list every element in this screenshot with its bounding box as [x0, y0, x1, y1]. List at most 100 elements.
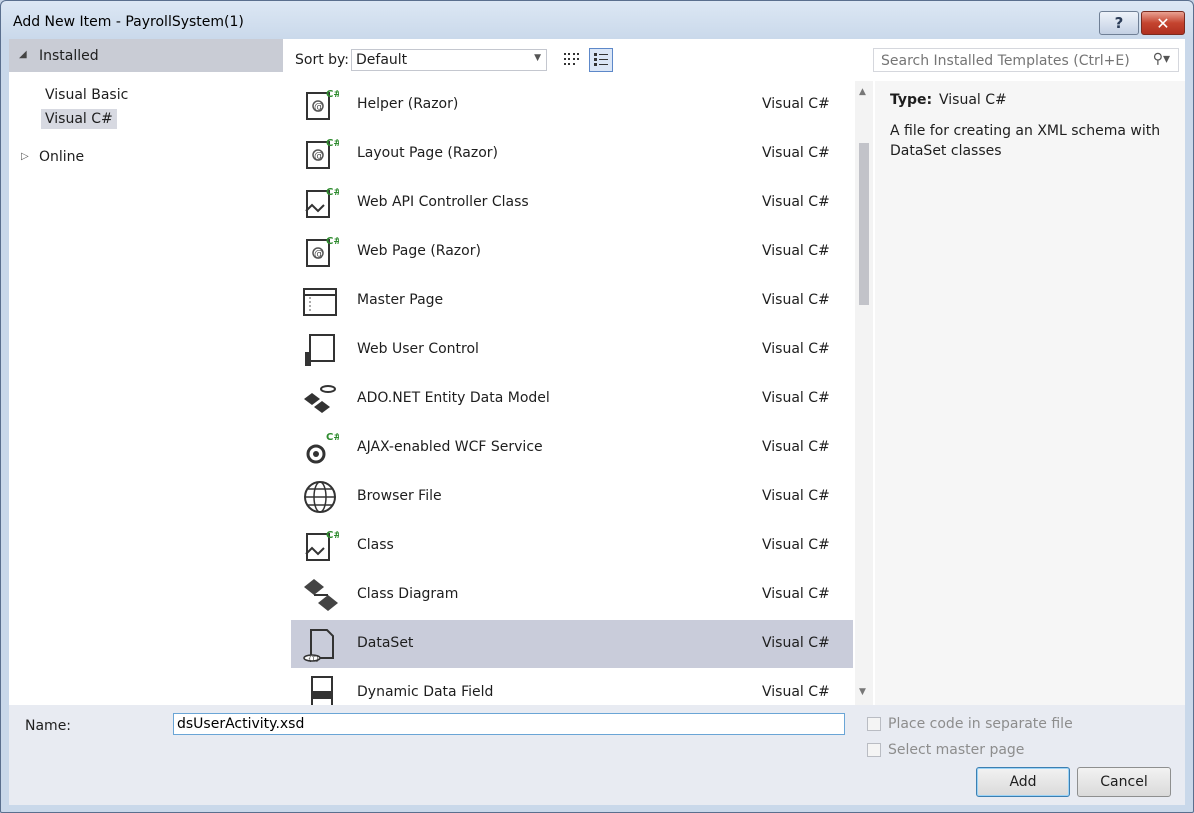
tree-item-visual-basic[interactable]: Visual Basic — [41, 85, 132, 105]
chevron-down-icon: ▼ — [534, 53, 541, 63]
title-bar[interactable]: Add New Item - PayrollSystem(1) ? ✕ — [1, 1, 1193, 39]
name-label: Name: — [25, 718, 72, 734]
sort-by-value: Default — [356, 52, 408, 68]
web-api-controller-icon: C# — [301, 185, 342, 221]
template-name: Web Page (Razor) — [357, 243, 481, 259]
class-diagram-icon — [301, 577, 339, 613]
entity-model-icon — [301, 381, 339, 417]
razor-layout-icon: @C# — [301, 136, 342, 172]
template-name: AJAX-enabled WCF Service — [357, 439, 543, 455]
cancel-button[interactable]: Cancel — [1077, 767, 1171, 797]
template-item[interactable]: Class Diagram Visual C# — [291, 571, 853, 619]
grid-view-icon — [564, 53, 579, 65]
search-input[interactable] — [879, 51, 1143, 71]
template-name: DataSet — [357, 635, 414, 651]
small-icons-view-button[interactable] — [559, 48, 583, 72]
installed-node[interactable]: ◢ Installed — [9, 39, 283, 72]
template-language: Visual C# — [762, 439, 830, 455]
dialog-body: ◢ Installed Visual Basic Visual C# ▷ Onl… — [9, 39, 1185, 805]
svg-text:C#: C# — [326, 138, 339, 149]
template-item[interactable]: @C# Layout Page (Razor) Visual C# — [291, 130, 853, 178]
help-button[interactable]: ? — [1099, 11, 1139, 35]
scroll-up-icon[interactable]: ▲ — [859, 87, 866, 97]
search-icon[interactable]: ⚲▾ — [1153, 51, 1170, 67]
template-item[interactable]: C# AJAX-enabled WCF Service Visual C# — [291, 424, 853, 472]
wcf-service-icon: C# — [301, 430, 342, 466]
svg-text:C#: C# — [326, 187, 339, 198]
template-language: Visual C# — [762, 537, 830, 553]
template-description: A file for creating an XML schema with D… — [890, 123, 1161, 159]
template-name: Web API Controller Class — [357, 194, 529, 210]
template-name: Browser File — [357, 488, 442, 504]
svg-text:@: @ — [314, 102, 324, 113]
name-field[interactable] — [173, 713, 845, 735]
template-language: Visual C# — [762, 194, 830, 210]
svg-text:C#: C# — [326, 89, 339, 100]
place-code-checkbox[interactable] — [867, 717, 881, 731]
type-value: Visual C# — [939, 92, 1007, 108]
class-icon: C# — [301, 528, 342, 564]
window-title: Add New Item - PayrollSystem(1) — [13, 14, 244, 30]
template-name: Master Page — [357, 292, 444, 308]
template-language: Visual C# — [762, 635, 830, 651]
template-item[interactable]: ADO.NET Entity Data Model Visual C# — [291, 375, 853, 423]
dynamic-data-field-icon — [301, 675, 339, 705]
svg-text:@: @ — [314, 151, 324, 162]
place-code-label: Place code in separate file — [888, 716, 1073, 732]
template-item[interactable]: Web User Control Visual C# — [291, 326, 853, 374]
close-button[interactable]: ✕ — [1141, 11, 1185, 35]
bottom-bar: Name: Place code in separate file Select… — [9, 705, 1185, 805]
expanded-triangle-icon[interactable]: ◢ — [19, 49, 27, 60]
select-master-checkbox[interactable] — [867, 743, 881, 757]
tree-item-online[interactable]: Online — [35, 147, 88, 167]
template-language: Visual C# — [762, 96, 830, 112]
template-language: Visual C# — [762, 292, 830, 308]
user-control-icon — [301, 332, 339, 368]
template-item[interactable]: C# Class Visual C# — [291, 522, 853, 570]
template-language: Visual C# — [762, 341, 830, 357]
svg-text:C#: C# — [326, 236, 339, 247]
template-item[interactable]: Master Page Visual C# — [291, 277, 853, 325]
svg-text:C#: C# — [326, 432, 339, 443]
scroll-down-icon[interactable]: ▼ — [859, 687, 866, 697]
scroll-thumb[interactable] — [859, 143, 869, 305]
search-templates-box[interactable]: ⚲▾ — [873, 48, 1179, 72]
template-name: Class Diagram — [357, 586, 459, 602]
template-item[interactable]: @C# Web Page (Razor) Visual C# — [291, 228, 853, 276]
template-language: Visual C# — [762, 586, 830, 602]
razor-helper-icon: @C# — [301, 87, 342, 123]
sort-by-dropdown[interactable]: Default ▼ — [351, 49, 547, 71]
template-language: Visual C# — [762, 390, 830, 406]
browser-file-icon — [301, 479, 339, 515]
svg-text:@: @ — [314, 249, 324, 260]
dataset-icon: {T} — [301, 626, 339, 663]
template-item[interactable]: Dynamic Data Field Visual C# — [291, 669, 853, 705]
svg-text:{T}: {T} — [308, 656, 319, 662]
template-name: Dynamic Data Field — [357, 684, 494, 700]
sort-by-label: Sort by: — [295, 52, 350, 68]
template-item[interactable]: @C# Helper (Razor) Visual C# — [291, 81, 853, 129]
list-view-icon — [594, 53, 608, 66]
template-language: Visual C# — [762, 145, 830, 161]
template-item[interactable]: {T} DataSet Visual C# — [291, 620, 853, 668]
template-list: @C#Helper (Razor)Visual C#@C#Layout Page… — [291, 81, 853, 705]
add-new-item-dialog: Add New Item - PayrollSystem(1) ? ✕ ◢ In… — [0, 0, 1194, 813]
template-item[interactable]: Browser File Visual C# — [291, 473, 853, 521]
template-name: Helper (Razor) — [357, 96, 459, 112]
master-page-icon — [301, 283, 339, 319]
template-language: Visual C# — [762, 243, 830, 259]
select-master-label: Select master page — [888, 742, 1025, 758]
template-list-scrollbar[interactable]: ▲ ▼ — [855, 81, 873, 705]
tree-item-visual-csharp[interactable]: Visual C# — [41, 109, 117, 129]
type-label: Type: — [890, 92, 933, 108]
collapsed-triangle-icon[interactable]: ▷ — [21, 151, 29, 162]
installed-label: Installed — [39, 48, 99, 64]
add-button[interactable]: Add — [976, 767, 1070, 797]
template-name: Layout Page (Razor) — [357, 145, 498, 161]
template-item[interactable]: C# Web API Controller Class Visual C# — [291, 179, 853, 227]
template-name: Class — [357, 537, 394, 553]
razor-webpage-icon: @C# — [301, 234, 342, 270]
template-language: Visual C# — [762, 488, 830, 504]
svg-text:C#: C# — [326, 530, 339, 541]
list-view-button[interactable] — [589, 48, 613, 72]
